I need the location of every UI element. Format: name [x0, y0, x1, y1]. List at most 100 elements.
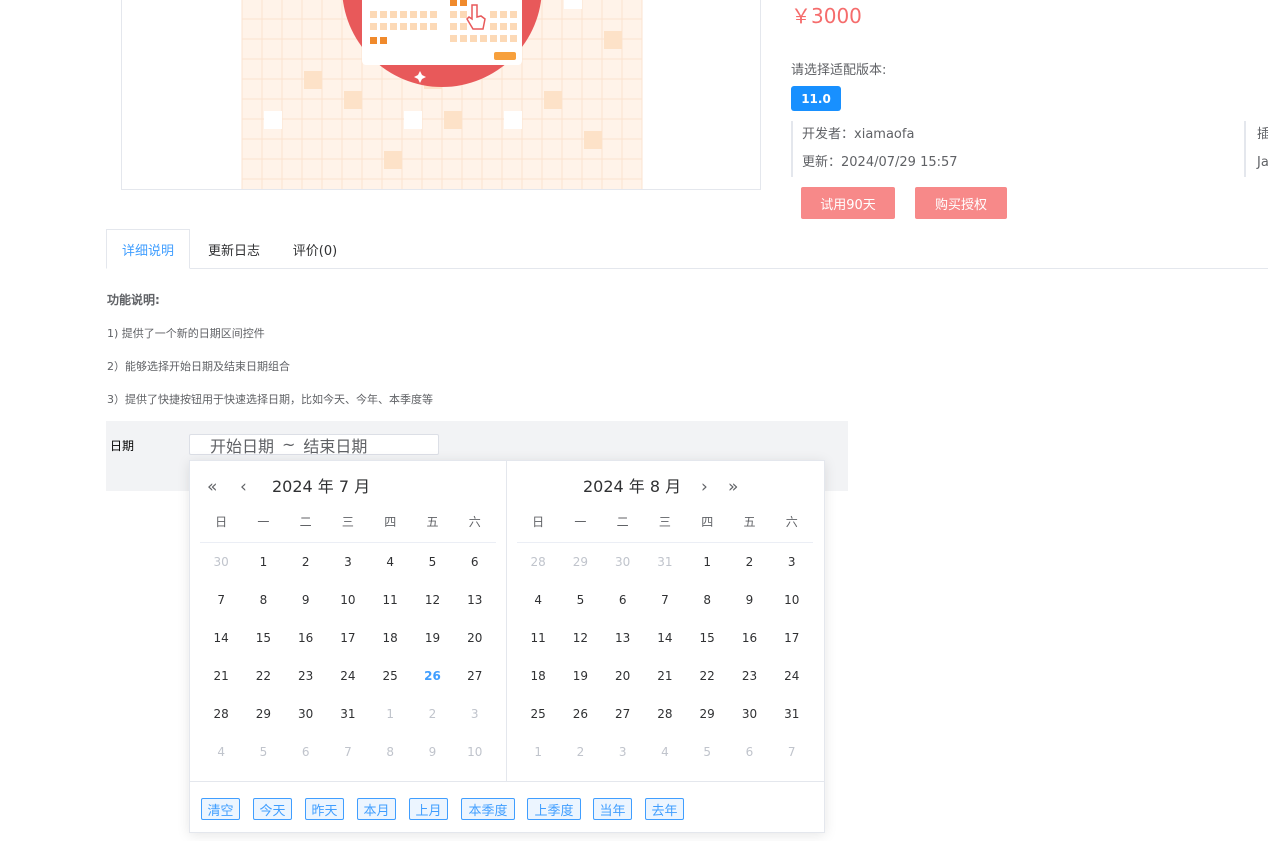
day-cell[interactable]: 30: [200, 543, 242, 581]
day-cell[interactable]: 9: [285, 581, 327, 619]
day-cell[interactable]: 4: [369, 543, 411, 581]
end-date-placeholder[interactable]: 结束日期: [303, 433, 367, 457]
day-cell[interactable]: 7: [771, 733, 813, 771]
day-cell[interactable]: 22: [686, 657, 728, 695]
day-cell[interactable]: 18: [517, 657, 559, 695]
day-cell[interactable]: 10: [771, 581, 813, 619]
day-cell[interactable]: 13: [602, 619, 644, 657]
day-cell[interactable]: 31: [771, 695, 813, 733]
shortcut-button[interactable]: 今天: [253, 798, 292, 820]
day-cell[interactable]: 9: [728, 581, 770, 619]
day-cell[interactable]: 17: [327, 619, 369, 657]
day-cell[interactable]: 12: [559, 619, 601, 657]
trial-button[interactable]: 试用90天: [801, 187, 895, 219]
version-tag[interactable]: 11.0: [791, 86, 841, 111]
day-cell[interactable]: 10: [327, 581, 369, 619]
buy-license-button[interactable]: 购买授权: [915, 187, 1007, 219]
prev-year-icon[interactable]: «: [207, 475, 217, 499]
day-cell[interactable]: 25: [369, 657, 411, 695]
today-cell[interactable]: 26: [411, 657, 453, 695]
day-cell[interactable]: 4: [200, 733, 242, 771]
day-cell[interactable]: 20: [454, 619, 496, 657]
day-cell[interactable]: 16: [728, 619, 770, 657]
day-cell[interactable]: 28: [517, 543, 559, 581]
day-cell[interactable]: 10: [454, 733, 496, 771]
tab-reviews[interactable]: 评价(0): [280, 229, 350, 269]
day-cell[interactable]: 30: [285, 695, 327, 733]
prev-month-icon[interactable]: ‹: [240, 475, 247, 499]
shortcut-button[interactable]: 上季度: [527, 798, 581, 820]
day-cell[interactable]: 31: [644, 543, 686, 581]
day-cell[interactable]: 8: [242, 581, 284, 619]
day-cell[interactable]: 1: [517, 733, 559, 771]
day-cell[interactable]: 11: [369, 581, 411, 619]
day-cell[interactable]: 28: [200, 695, 242, 733]
day-cell[interactable]: 1: [369, 695, 411, 733]
day-cell[interactable]: 30: [602, 543, 644, 581]
day-cell[interactable]: 24: [771, 657, 813, 695]
day-cell[interactable]: 26: [559, 695, 601, 733]
day-cell[interactable]: 22: [242, 657, 284, 695]
day-cell[interactable]: 29: [686, 695, 728, 733]
day-cell[interactable]: 4: [644, 733, 686, 771]
day-cell[interactable]: 21: [200, 657, 242, 695]
day-cell[interactable]: 1: [242, 543, 284, 581]
day-cell[interactable]: 3: [454, 695, 496, 733]
shortcut-button[interactable]: 本月: [357, 798, 396, 820]
shortcut-button[interactable]: 当年: [593, 798, 632, 820]
next-month-icon[interactable]: ›: [701, 475, 708, 499]
shortcut-button[interactable]: 昨天: [305, 798, 344, 820]
day-cell[interactable]: 15: [686, 619, 728, 657]
shortcut-button[interactable]: 上月: [409, 798, 448, 820]
day-cell[interactable]: 20: [602, 657, 644, 695]
right-month-title[interactable]: 2024 年 8 月: [583, 475, 681, 499]
day-cell[interactable]: 18: [369, 619, 411, 657]
day-cell[interactable]: 9: [411, 733, 453, 771]
day-cell[interactable]: 14: [644, 619, 686, 657]
day-cell[interactable]: 28: [644, 695, 686, 733]
start-date-placeholder[interactable]: 开始日期: [210, 433, 274, 457]
day-cell[interactable]: 4: [517, 581, 559, 619]
shortcut-button[interactable]: 去年: [645, 798, 684, 820]
day-cell[interactable]: 19: [559, 657, 601, 695]
day-cell[interactable]: 23: [285, 657, 327, 695]
day-cell[interactable]: 2: [285, 543, 327, 581]
day-cell[interactable]: 3: [327, 543, 369, 581]
day-cell[interactable]: 25: [517, 695, 559, 733]
day-cell[interactable]: 27: [454, 657, 496, 695]
day-cell[interactable]: 3: [771, 543, 813, 581]
day-cell[interactable]: 7: [644, 581, 686, 619]
day-cell[interactable]: 23: [728, 657, 770, 695]
day-cell[interactable]: 31: [327, 695, 369, 733]
next-year-icon[interactable]: »: [728, 475, 738, 499]
day-cell[interactable]: 5: [686, 733, 728, 771]
day-cell[interactable]: 11: [517, 619, 559, 657]
day-cell[interactable]: 15: [242, 619, 284, 657]
shortcut-button[interactable]: 清空: [201, 798, 240, 820]
day-cell[interactable]: 16: [285, 619, 327, 657]
day-cell[interactable]: 21: [644, 657, 686, 695]
day-cell[interactable]: 5: [242, 733, 284, 771]
day-cell[interactable]: 17: [771, 619, 813, 657]
day-cell[interactable]: 6: [285, 733, 327, 771]
day-cell[interactable]: 13: [454, 581, 496, 619]
day-cell[interactable]: 1: [686, 543, 728, 581]
tab-changelog[interactable]: 更新日志: [194, 229, 274, 269]
date-range-input[interactable]: 开始日期 ~ 结束日期: [189, 433, 439, 457]
day-cell[interactable]: 5: [559, 581, 601, 619]
day-cell[interactable]: 2: [411, 695, 453, 733]
shortcut-button[interactable]: 本季度: [461, 798, 515, 820]
day-cell[interactable]: 6: [454, 543, 496, 581]
day-cell[interactable]: 6: [728, 733, 770, 771]
day-cell[interactable]: 3: [602, 733, 644, 771]
day-cell[interactable]: 8: [369, 733, 411, 771]
day-cell[interactable]: 27: [602, 695, 644, 733]
day-cell[interactable]: 30: [728, 695, 770, 733]
day-cell[interactable]: 12: [411, 581, 453, 619]
day-cell[interactable]: 14: [200, 619, 242, 657]
day-cell[interactable]: 8: [686, 581, 728, 619]
day-cell[interactable]: 7: [327, 733, 369, 771]
day-cell[interactable]: 2: [728, 543, 770, 581]
tab-detail[interactable]: 详细说明: [106, 229, 190, 269]
day-cell[interactable]: 2: [559, 733, 601, 771]
